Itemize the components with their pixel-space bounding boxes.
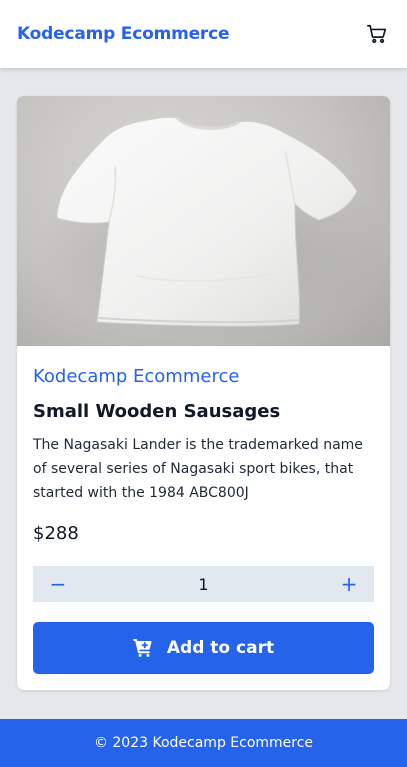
add-to-cart-label: Add to cart [166,638,275,658]
t-shirt-illustration [38,116,388,341]
quantity-stepper: − 1 + [33,566,374,602]
footer-copyright: © 2023 Kodecamp Ecommerce [93,735,314,751]
product-image[interactable] [17,96,390,346]
plus-icon: + [340,572,358,596]
cart-button[interactable] [365,22,389,46]
cart-plus-icon [133,639,152,657]
top-header: Kodecamp Ecommerce [0,0,407,68]
minus-icon: − [49,572,67,596]
footer: © 2023 Kodecamp Ecommerce [0,719,407,767]
product-details: Kodecamp Ecommerce Small Wooden Sausages… [17,346,390,674]
shopping-cart-icon [367,24,387,43]
product-price: $288 [33,523,79,544]
store-name: Kodecamp Ecommerce [33,366,240,387]
product-description: The Nagasaki Lander is the trademarked n… [33,437,363,501]
product-card: Kodecamp Ecommerce Small Wooden Sausages… [17,96,390,690]
decrement-button[interactable]: − [33,566,83,602]
add-to-cart-button[interactable]: Add to cart [33,622,374,674]
brand-logo-text[interactable]: Kodecamp Ecommerce [17,24,230,44]
product-title: Small Wooden Sausages [33,401,281,422]
increment-button[interactable]: + [324,566,374,602]
quantity-value: 1 [198,574,209,594]
